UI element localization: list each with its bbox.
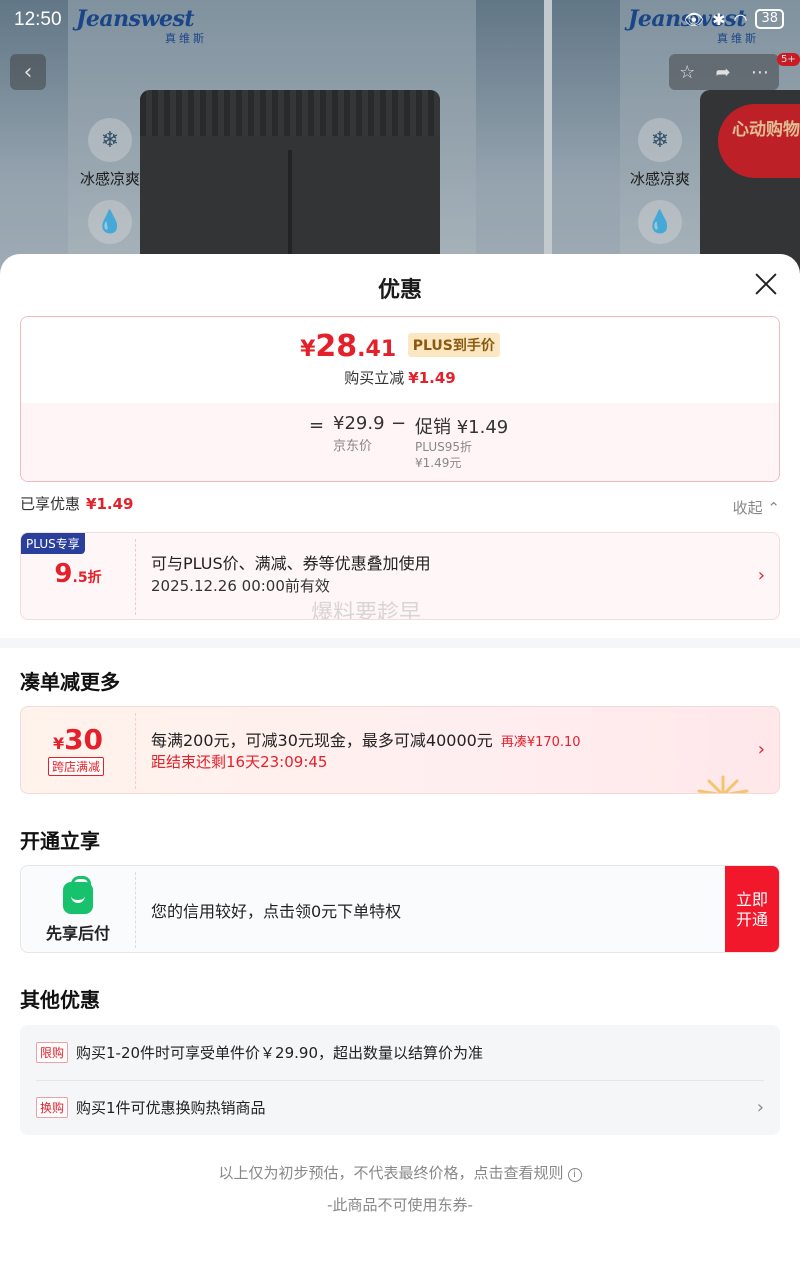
section-title-more: 凑单减更多 xyxy=(20,670,120,694)
price-card: ¥28.41 PLUS到手价 购买立减 ¥1.49 = ¥29.9 京东价 − 促… xyxy=(20,316,780,482)
pay-later-logo: 先享后付 xyxy=(21,866,135,952)
limit-badge: 限购 xyxy=(36,1041,69,1063)
info-icon: i xyxy=(567,1168,582,1182)
sheet-title: 优惠 xyxy=(377,278,422,303)
status-icons: 👁 ✱ ◠ 38 xyxy=(684,9,784,29)
shopping-bag-icon xyxy=(63,876,93,914)
promo-sub-1: PLUS95折 xyxy=(415,440,472,454)
plus-exclusive-label: PLUS专享 xyxy=(21,533,85,554)
discount-sheet: 优惠 ¥28.41 PLUS到手价 购买立减 ¥1.49 = ¥29.9 京东价 … xyxy=(0,254,800,1280)
rules-note-text: 以上仅为初步预估，不代表最终价格，点击查看规则 xyxy=(218,1164,564,1182)
cross-store-coupon[interactable]: ¥30 跨店满减 每满200元，可减30元现金，最多可减40000元 再凑¥170… xyxy=(20,706,780,794)
chevron-right-icon: › xyxy=(756,1097,764,1118)
list-item: 限购 购买1-20件时可享受单件价￥29.90，超出数量以结算价为准 xyxy=(36,1025,764,1079)
chevron-right-icon: › xyxy=(757,565,765,586)
instant-reduce: 购买立减 ¥1.49 xyxy=(21,367,779,388)
section-title-open: 开通立享 xyxy=(20,829,100,853)
section-gap xyxy=(0,638,800,648)
section-title-other: 其他优惠 xyxy=(20,988,100,1012)
promo-value: 促销 ¥1.49 xyxy=(415,417,509,438)
collapse-label: 收起 xyxy=(732,499,763,517)
card-divider xyxy=(135,539,136,615)
minus-sign: − xyxy=(391,413,407,434)
exchange-badge: 换购 xyxy=(36,1097,69,1118)
reduce-label: 购买立减 xyxy=(344,369,405,387)
plus-discount: 9.5折 xyxy=(21,559,135,589)
card-divider xyxy=(135,713,136,789)
coupon-countdown: 距结束还剩16天23:09:45 xyxy=(151,753,328,771)
pay-later-text: 您的信用较好，点击领0元下单特权 xyxy=(151,902,402,921)
coupon-currency: ¥ xyxy=(52,734,65,753)
reduce-value: ¥1.49 xyxy=(408,369,456,387)
price-decimal: .41 xyxy=(357,337,397,362)
list-item[interactable]: 换购 购买1件可优惠换购热销商品 › xyxy=(36,1080,764,1134)
card-divider xyxy=(135,872,136,948)
promo-deduction: 促销 ¥1.49 PLUS95折 ¥1.49元 xyxy=(415,413,508,471)
activate-button[interactable]: 立即 开通 xyxy=(725,866,779,952)
plus-validity: 2025.12.26 00:00前有效 xyxy=(151,577,330,595)
final-price: ¥28.41 xyxy=(300,329,402,364)
collapse-button[interactable]: 收起 ⌃ xyxy=(733,497,780,518)
price-line: ¥28.41 PLUS到手价 xyxy=(21,329,779,364)
eye-icon: 👁 xyxy=(683,9,705,29)
price-formula: = ¥29.9 京东价 − 促销 ¥1.49 PLUS95折 ¥1.49元 xyxy=(21,403,779,481)
exchange-text: 购买1件可优惠换购热销商品 xyxy=(76,1099,266,1117)
close-icon[interactable] xyxy=(752,270,780,298)
coupon-tag: 跨店满减 xyxy=(48,757,105,776)
chevron-right-icon: › xyxy=(757,739,765,760)
wifi-icon: ◠ xyxy=(733,9,748,29)
price-integer: 28 xyxy=(315,329,358,364)
pay-later-card[interactable]: 先享后付 您的信用较好，点击领0元下单特权 立即 开通 xyxy=(20,865,780,953)
pay-later-name: 先享后付 xyxy=(45,924,110,943)
other-discounts: 限购 购买1-20件时可享受单件价￥29.90，超出数量以结算价为准 换购 购买… xyxy=(20,1025,780,1135)
chevron-up-icon: ⌃ xyxy=(767,499,780,517)
plus-discount-main: 9 xyxy=(54,559,73,589)
equals-sign: = xyxy=(309,415,325,436)
sparkle-icon xyxy=(697,775,749,793)
enjoyed-value: ¥1.49 xyxy=(86,495,134,513)
coupon-value: 30 xyxy=(64,723,104,756)
promo-sub-2: ¥1.49元 xyxy=(415,456,462,470)
enjoyed-discount: 已享优惠 ¥1.49 xyxy=(20,493,133,514)
base-price-value: ¥29.9 xyxy=(333,413,385,434)
coupon-rule: 每满200元，可减30元现金，最多可减40000元 再凑¥170.10 xyxy=(151,727,581,751)
battery-icon: 38 xyxy=(755,9,784,29)
price-currency: ¥ xyxy=(300,337,316,362)
coupon-rule-text: 每满200元，可减30元现金，最多可减40000元 xyxy=(151,731,493,750)
enjoyed-label: 已享优惠 xyxy=(20,495,81,513)
coupon-note: -此商品不可使用东券- xyxy=(327,1196,473,1214)
plus-discount-sub: .5折 xyxy=(72,570,102,586)
plus-price-tag: PLUS到手价 xyxy=(407,333,500,357)
status-bar: 12:50 👁 ✱ ◠ 38 xyxy=(0,0,800,40)
bluetooth-icon: ✱ xyxy=(712,9,726,29)
activate-label-1: 立即 xyxy=(735,890,768,909)
coupon-hint: 再凑¥170.10 xyxy=(500,735,581,750)
plus-exclusive-card[interactable]: PLUS专享 9.5折 可与PLUS价、满减、券等优惠叠加使用 2025.12.… xyxy=(20,532,780,620)
status-time: 12:50 xyxy=(14,9,62,30)
activate-label-2: 开通 xyxy=(735,910,768,929)
plus-description: 可与PLUS价、满减、券等优惠叠加使用 xyxy=(151,554,431,573)
coupon-amount: ¥30 xyxy=(21,723,135,756)
plus-text: 可与PLUS价、满减、券等优惠叠加使用 2025.12.26 00:00前有效 xyxy=(151,553,431,597)
limit-text: 购买1-20件时可享受单件价￥29.90，超出数量以结算价为准 xyxy=(76,1043,484,1062)
price-top: ¥28.41 PLUS到手价 购买立减 ¥1.49 xyxy=(21,317,779,403)
rules-note[interactable]: 以上仅为初步预估，不代表最终价格，点击查看规则 i xyxy=(0,1162,800,1183)
base-price-label: 京东价 xyxy=(333,439,373,454)
watermark: 爆料要趁早 xyxy=(311,601,422,620)
base-price: ¥29.9 京东价 xyxy=(333,413,385,454)
